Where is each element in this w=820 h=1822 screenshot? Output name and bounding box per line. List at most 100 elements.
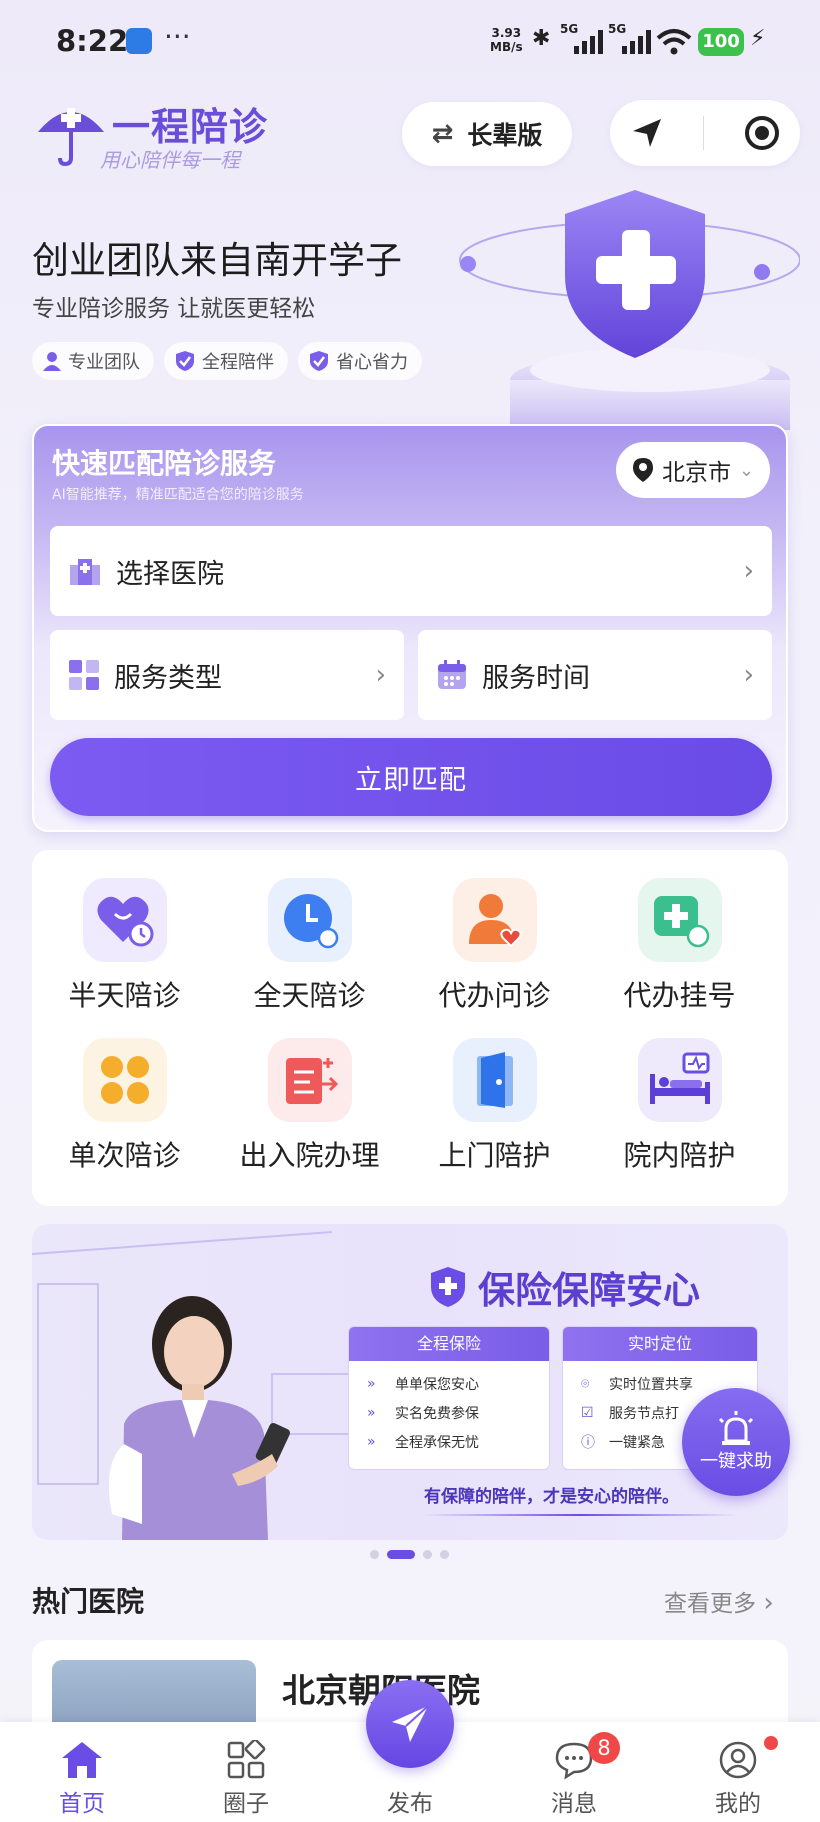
service-label: 代办挂号 — [623, 979, 736, 1012]
swap-arrows-icon: ⇄ — [431, 119, 454, 149]
location-arrow-icon[interactable] — [630, 116, 664, 150]
match-title: 快速匹配陪诊服务 — [52, 447, 277, 480]
service-full-day[interactable]: 全天陪诊 — [217, 878, 402, 1014]
tab-home[interactable]: 首页 — [0, 1722, 164, 1822]
more-notifications-icon: ··· — [164, 20, 191, 53]
view-more-label: 查看更多 — [664, 1591, 756, 1617]
tab-label: 首页 — [59, 1791, 105, 1817]
app-notification-icon — [126, 28, 152, 54]
card-item: 实名免费参保 — [395, 1405, 479, 1422]
hero-subtitle: 专业陪诊服务 让就医更轻松 — [32, 296, 316, 322]
hero-title: 创业团队来自南开学子 — [32, 239, 402, 282]
elder-mode-label: 长辈版 — [467, 121, 543, 150]
service-hospital-care[interactable]: 院内陪护 — [587, 1038, 772, 1174]
chevron-right-icon: › — [743, 660, 754, 690]
service-time-field[interactable]: 服务时间 › — [418, 630, 772, 720]
service-admission[interactable]: 出入院办理 — [217, 1038, 402, 1174]
service-label: 上门陪护 — [438, 1139, 551, 1172]
elder-mode-button[interactable]: ⇄ 长辈版 — [402, 102, 572, 166]
person-heart-icon — [452, 878, 537, 962]
card-item: 单单保您安心 — [395, 1376, 479, 1393]
checklist-icon: ☑ — [581, 1404, 594, 1421]
service-single[interactable]: 单次陪诊 — [32, 1038, 217, 1174]
tab-circle[interactable]: 圈子 — [164, 1722, 328, 1822]
service-home-care[interactable]: 上门陪护 — [402, 1038, 587, 1174]
chevron-right-icon: › — [375, 660, 386, 690]
hospital-select-field[interactable]: 选择医院 › — [50, 526, 772, 616]
tag-team: 专业团队 — [32, 342, 154, 380]
medical-add-icon — [637, 878, 722, 962]
network-speed: 3.93 MB/s — [490, 26, 523, 54]
service-time-label: 服务时间 — [482, 662, 590, 694]
shield-check-icon — [310, 351, 328, 371]
carousel-indicator — [370, 1550, 449, 1559]
card-item: 实时位置共享 — [609, 1376, 693, 1393]
tab-messages[interactable]: 消息 8 — [492, 1722, 656, 1822]
home-icon — [62, 1742, 102, 1778]
carousel-dot[interactable] — [440, 1550, 449, 1559]
alarm-siren-icon — [718, 1411, 754, 1445]
pin-icon: ⌾ — [581, 1375, 590, 1392]
shield-plus-icon — [431, 1267, 465, 1307]
sos-label: 一键求助 — [700, 1451, 772, 1472]
wifi-icon — [656, 29, 692, 55]
bluetooth-icon: ✱ — [532, 26, 551, 51]
card-item: 一键紧急 — [609, 1434, 665, 1451]
heart-clock-icon — [82, 878, 167, 962]
paper-plane-icon — [392, 1705, 429, 1742]
insurance-title-text: 保险保障安心 — [478, 1269, 700, 1312]
tab-mine[interactable]: 我的 — [656, 1722, 820, 1822]
umbrella-logo-icon — [38, 108, 104, 167]
calendar-icon — [438, 660, 466, 689]
card-title: 实时定位 — [563, 1327, 757, 1361]
person-icon — [43, 352, 61, 371]
service-proxy-register[interactable]: 代办挂号 — [587, 878, 772, 1014]
service-half-day[interactable]: 半天陪诊 — [32, 878, 217, 1014]
sos-button[interactable]: 一键求助 — [682, 1388, 790, 1496]
hot-hospitals-title: 热门医院 — [32, 1585, 145, 1618]
service-type-field[interactable]: 服务类型 › — [50, 630, 404, 720]
charging-icon: ⚡ — [750, 26, 766, 51]
carousel-dot[interactable] — [423, 1550, 432, 1559]
chevron-right-icon: › — [743, 556, 754, 586]
status-bar: 8:22 ··· 3.93 MB/s ✱ 5G 5G 100 ⚡ — [0, 0, 820, 86]
card-title: 全程保险 — [349, 1327, 549, 1361]
hospital-bed-icon — [637, 1038, 722, 1122]
city-selector[interactable]: 北京市 ⌄ — [616, 442, 770, 498]
carousel-dot[interactable] — [370, 1550, 379, 1559]
match-now-button[interactable]: 立即匹配 — [50, 738, 772, 816]
footer-underline — [422, 1514, 738, 1516]
service-label: 单次陪诊 — [68, 1139, 181, 1172]
insurance-footer: 有保障的陪伴，才是安心的陪伴。 — [424, 1487, 679, 1507]
status-time: 8:22 — [56, 24, 129, 58]
hospital-field-label: 选择医院 — [116, 558, 224, 590]
tag-label: 全程陪伴 — [202, 352, 274, 373]
mini-program-capsule — [610, 100, 800, 166]
grid-icon — [69, 660, 99, 690]
insurance-banner[interactable]: 保险保障安心 全程保险 » 单单保您安心 » 实名免费参保 » 全程承保无忧 实时定位… — [32, 1224, 788, 1540]
hero-tags: 专业团队 全程陪伴 省心省力 — [32, 342, 422, 380]
service-proxy-consult[interactable]: 代办问诊 — [402, 878, 587, 1014]
close-target-icon[interactable] — [743, 114, 781, 152]
staff-illustration — [32, 1231, 353, 1540]
notification-dot — [764, 1736, 778, 1750]
carousel-dot-active[interactable] — [387, 1550, 415, 1559]
tab-label: 圈子 — [223, 1791, 269, 1817]
insurance-title: 保险保障安心 — [428, 1260, 700, 1314]
quick-match-card: 快速匹配陪诊服务 AI智能推荐，精准匹配适合您的陪诊服务 北京市 ⌄ 选择医院 … — [32, 424, 788, 832]
brand-name: 一程陪诊 — [112, 105, 269, 149]
card-item: 全程承保无忧 — [395, 1434, 479, 1451]
double-chevron-icon: » — [367, 1375, 376, 1392]
tab-label: 消息 — [551, 1791, 597, 1817]
service-grid: 半天陪诊 全天陪诊 代办问诊 代办挂号 单次陪诊 出入院办理 上门陪护 院内陪护 — [32, 850, 788, 1206]
brand-slogan: 用心陪伴每一程 — [100, 148, 240, 172]
user-profile-icon — [719, 1741, 757, 1779]
alert-icon: ⓘ — [581, 1434, 595, 1451]
double-chevron-icon: » — [367, 1433, 376, 1450]
view-more-link[interactable]: 查看更多 › — [664, 1584, 774, 1618]
tag-label: 省心省力 — [336, 352, 408, 373]
publish-button[interactable] — [366, 1680, 454, 1768]
chevron-right-icon: › — [763, 1588, 774, 1618]
tag-label: 专业团队 — [68, 352, 140, 373]
service-type-label: 服务类型 — [114, 662, 222, 694]
